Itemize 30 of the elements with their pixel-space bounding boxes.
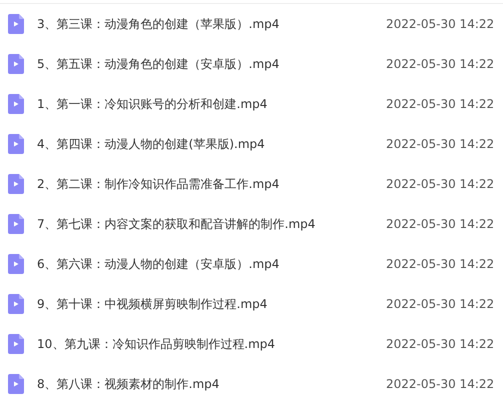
video-file-icon: [8, 134, 24, 154]
file-name[interactable]: 3、第三课：动漫角色的创建（苹果版）.mp4: [37, 16, 382, 32]
file-name[interactable]: 7、第七课：内容文案的获取和配音讲解的制作.mp4: [37, 216, 382, 232]
video-file-icon: [8, 94, 24, 114]
modified-date: 2022-05-30 14:22: [386, 97, 494, 111]
file-name[interactable]: 6、第六课：动漫人物的创建（安卓版）.mp4: [37, 256, 382, 272]
file-name[interactable]: 5、第五课：动漫角色的创建（安卓版）.mp4: [37, 56, 382, 72]
video-file-icon: [8, 14, 24, 34]
file-name[interactable]: 10、第九课：冷知识作品剪映制作过程.mp4: [37, 336, 382, 352]
modified-date: 2022-05-30 14:22: [386, 257, 494, 271]
modified-date: 2022-05-30 14:22: [386, 177, 494, 191]
video-file-icon: [8, 214, 24, 234]
file-name[interactable]: 1、第一课：冷知识账号的分析和创建.mp4: [37, 96, 382, 112]
modified-date: 2022-05-30 14:22: [386, 57, 494, 71]
modified-date: 2022-05-30 14:22: [386, 337, 494, 351]
modified-date: 2022-05-30 14:22: [386, 297, 494, 311]
video-file-icon: [8, 54, 24, 74]
video-file-icon: [8, 374, 24, 394]
file-name[interactable]: 4、第四课：动漫人物的创建(苹果版).mp4: [37, 136, 382, 152]
modified-date: 2022-05-30 14:22: [386, 137, 494, 151]
modified-date: 2022-05-30 14:22: [386, 377, 494, 391]
video-file-icon: [8, 294, 24, 314]
file-name[interactable]: 8、第八课：视频素材的制作.mp4: [37, 376, 382, 392]
modified-date: 2022-05-30 14:22: [386, 217, 494, 231]
modified-date: 2022-05-30 14:22: [386, 17, 494, 31]
file-name[interactable]: 9、第十课：中视频横屏剪映制作过程.mp4: [37, 296, 382, 312]
video-file-icon: [8, 334, 24, 354]
video-file-icon: [8, 254, 24, 274]
video-file-icon: [8, 174, 24, 194]
file-name[interactable]: 2、第二课：制作冷知识作品需准备工作.mp4: [37, 176, 382, 192]
